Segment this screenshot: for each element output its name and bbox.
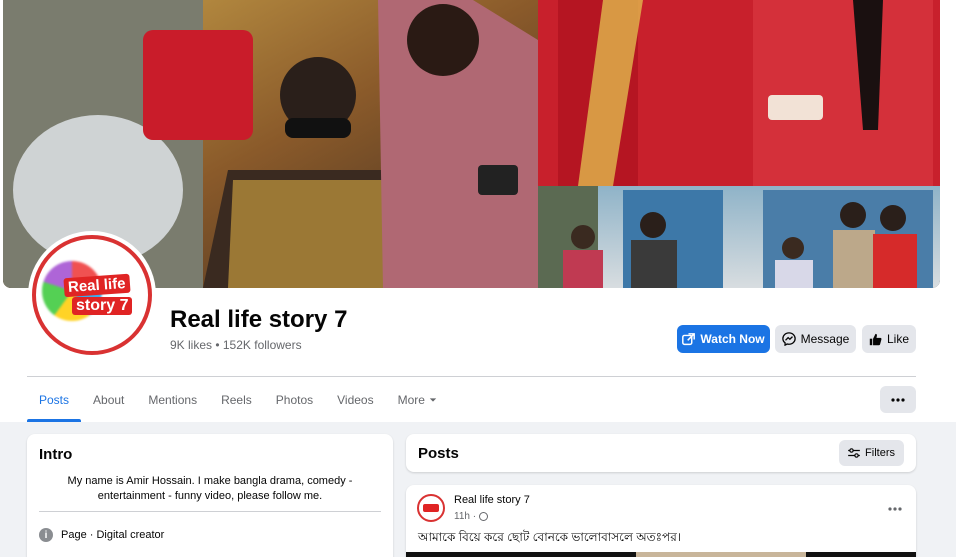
info-icon: i (39, 528, 53, 542)
tab-posts[interactable]: Posts (27, 378, 82, 422)
sliders-icon (848, 448, 860, 458)
post-author-avatar[interactable] (417, 494, 445, 522)
intro-category: Page · Digital creator (61, 529, 165, 541)
post-time-text: 11h · (454, 511, 477, 522)
cover-collage (3, 0, 940, 288)
logo-text-line2: story 7 (72, 297, 133, 315)
posts-header-card: Posts Filters (406, 434, 916, 472)
watch-now-label: Watch Now (700, 332, 765, 346)
like-label: Like (886, 332, 909, 346)
tab-videos[interactable]: Videos (325, 378, 385, 422)
tab-label: More (397, 393, 425, 407)
page-title: Real life story 7 (170, 306, 348, 333)
ellipsis-icon (888, 507, 902, 511)
tab-label: Posts (39, 393, 70, 407)
external-link-icon (682, 332, 696, 345)
filters-button[interactable]: Filters (839, 440, 904, 466)
tab-label: Mentions (148, 393, 198, 407)
thumbs-up-icon (869, 333, 882, 345)
tab-about[interactable]: About (81, 378, 136, 422)
post-card: Real life story 7 11h · আমাকে বিয়ে করে … (406, 485, 916, 557)
posts-title: Posts (418, 445, 459, 462)
like-button[interactable]: Like (862, 325, 916, 353)
tab-mentions[interactable]: Mentions (136, 378, 209, 422)
intro-divider (39, 511, 381, 512)
ellipsis-icon (891, 397, 905, 402)
post-text: আমাকে বিয়ে করে ছোট বোনকে ভালোবাসলে অতঃপ… (418, 530, 682, 544)
tab-label: Videos (337, 393, 374, 407)
post-timestamp[interactable]: 11h · (454, 511, 489, 522)
tab-label: Reels (221, 393, 252, 407)
post-media[interactable] (406, 552, 916, 557)
watch-now-button[interactable]: Watch Now (677, 325, 770, 353)
message-button[interactable]: Message (775, 325, 856, 353)
more-options-button[interactable] (880, 386, 916, 413)
intro-category-row: i Page · Digital creator (39, 528, 164, 542)
tab-photos[interactable]: Photos (264, 378, 325, 422)
tab-more[interactable]: More (386, 378, 449, 422)
page-root: Real life story 7 Real life story 7 9K l… (0, 0, 956, 557)
profile-avatar[interactable]: Real life story 7 (28, 231, 156, 359)
page-stats[interactable]: 9K likes • 152K followers (170, 338, 302, 352)
messenger-icon (781, 332, 796, 346)
tab-label: Photos (275, 393, 314, 407)
intro-bio: My name is Amir Hossain. I make bangla d… (67, 475, 353, 502)
profile-tabs: Posts About Mentions Reels Photos Videos… (27, 378, 449, 422)
post-options-button[interactable] (888, 499, 902, 514)
caret-down-icon (429, 398, 437, 402)
header-divider (27, 376, 916, 377)
tab-reels[interactable]: Reels (209, 378, 264, 422)
post-media-thumbnail (636, 552, 806, 557)
filters-label: Filters (865, 447, 895, 459)
globe-icon (479, 512, 489, 521)
intro-card: Intro My name is Amir Hossain. I make ba… (27, 434, 393, 557)
post-author-name[interactable]: Real life story 7 (454, 494, 530, 506)
message-label: Message (800, 332, 850, 346)
cover-photo[interactable] (3, 0, 940, 288)
intro-title: Intro (39, 446, 73, 463)
avatar-logo: Real life story 7 (32, 235, 152, 355)
logo-text-line1: Real life (63, 273, 131, 298)
tab-label: About (93, 393, 125, 407)
